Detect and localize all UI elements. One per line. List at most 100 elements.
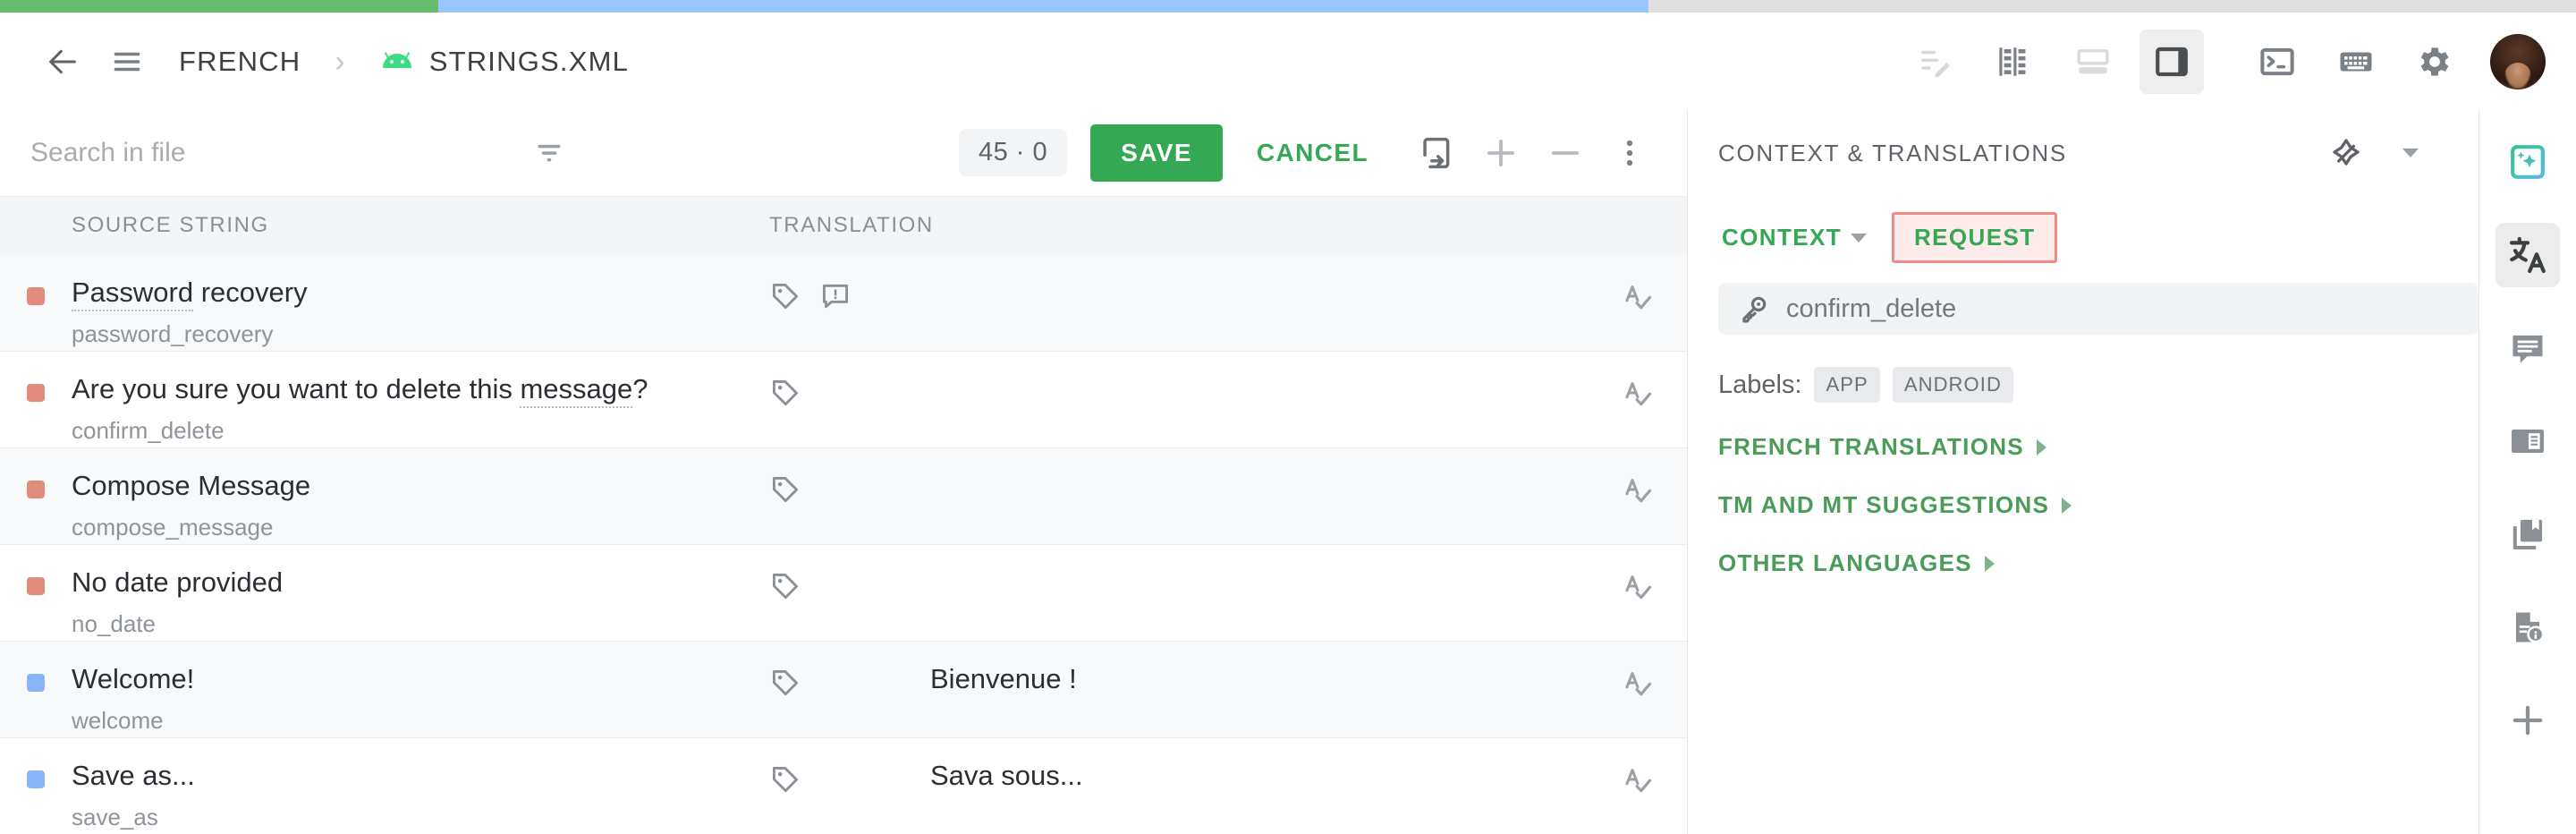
- tag-icon-button[interactable]: [769, 473, 801, 506]
- row-source-cell[interactable]: Welcome! welcome: [72, 642, 769, 736]
- row-source-cell[interactable]: Save as... save_as: [72, 738, 769, 832]
- tag-icon-button[interactable]: [769, 667, 801, 699]
- rows-layout-button[interactable]: [2061, 30, 2125, 94]
- key-icon: [1742, 296, 1767, 323]
- row-translation-cell[interactable]: [930, 352, 1589, 373]
- tag-icon-button[interactable]: [769, 377, 801, 409]
- tag-icon-button[interactable]: [769, 763, 801, 796]
- column-header-source: SOURCE STRING: [72, 213, 269, 238]
- remove-string-button[interactable]: [1533, 121, 1597, 185]
- table-row[interactable]: Password recovery password_recovery: [0, 254, 1687, 352]
- search-area: [0, 135, 680, 171]
- copy-to-device-button[interactable]: [1404, 121, 1469, 185]
- tab-request[interactable]: REQUEST: [1892, 212, 2058, 263]
- comment-alert-icon: [822, 284, 849, 308]
- label-pill-app[interactable]: APP: [1814, 367, 1880, 403]
- link-tm-mt-suggestions[interactable]: TM AND MT SUGGESTIONS: [1688, 461, 2479, 519]
- table-row[interactable]: Compose Message compose_message: [0, 447, 1687, 545]
- spellcheck-marker: Password: [72, 276, 194, 311]
- add-panel-button[interactable]: [2496, 688, 2560, 753]
- columns-layout-button[interactable]: [1982, 30, 2046, 94]
- pin-icon: [2333, 139, 2360, 166]
- menu-button[interactable]: [95, 30, 159, 94]
- context-panel: CONTEXT & TRANSLATIONS CONTEXT REQUEST c…: [1687, 110, 2479, 834]
- row-translation-cell[interactable]: Bienvenue !: [930, 642, 1589, 695]
- keyboard-button[interactable]: [2324, 30, 2388, 94]
- link-french-translations[interactable]: FRENCH TRANSLATIONS: [1688, 403, 2479, 461]
- filter-icon: [538, 144, 561, 162]
- comments-panel-button[interactable]: [2496, 316, 2560, 380]
- spellcheck-icon: [1625, 768, 1652, 793]
- row-translation-cell[interactable]: Sava sous...: [930, 738, 1589, 792]
- file-info-panel-button[interactable]: [2496, 595, 2560, 660]
- table-row[interactable]: Are you sure you want to delete this mes…: [0, 351, 1687, 448]
- row-spellcheck-button[interactable]: [1589, 448, 1687, 507]
- collapse-panel-button[interactable]: [2378, 121, 2443, 185]
- tag-icon-button[interactable]: [769, 280, 801, 312]
- add-string-button[interactable]: [1469, 121, 1533, 185]
- edit-lines-button[interactable]: [1903, 30, 1968, 94]
- source-string-text: Are you sure you want to delete this mes…: [72, 372, 648, 408]
- source-string-key: save_as: [72, 804, 158, 831]
- tag-icon: [772, 573, 799, 599]
- save-button[interactable]: SAVE: [1090, 123, 1223, 182]
- link-other-languages[interactable]: OTHER LANGUAGES: [1688, 519, 2479, 577]
- edit-lines-icon: [1921, 50, 1950, 78]
- context-tabs: CONTEXT REQUEST: [1688, 196, 2479, 263]
- table-row[interactable]: Save as... save_as Sava sous...: [0, 737, 1687, 834]
- ai-assistant-button[interactable]: [2496, 130, 2560, 194]
- cancel-button[interactable]: CANCEL: [1233, 124, 1392, 182]
- context-panel-title: CONTEXT & TRANSLATIONS: [1717, 139, 2067, 166]
- glossary-panel-button[interactable]: [2496, 409, 2560, 473]
- copy-to-device-icon: [1423, 137, 1450, 169]
- breadcrumb-language[interactable]: FRENCH: [179, 46, 301, 78]
- row-source-cell[interactable]: Are you sure you want to delete this mes…: [72, 352, 769, 446]
- spellcheck-icon: [1625, 285, 1652, 310]
- back-button[interactable]: [30, 30, 95, 94]
- terminal-button[interactable]: [2245, 30, 2309, 94]
- split-layout-button[interactable]: [2140, 29, 2204, 94]
- row-spellcheck-button[interactable]: [1589, 352, 1687, 411]
- tag-icon: [772, 283, 799, 309]
- row-meta-icons: [769, 448, 930, 506]
- breadcrumb-file[interactable]: STRINGS.XML: [429, 46, 629, 78]
- row-source-cell[interactable]: No date provided no_date: [72, 545, 769, 639]
- row-translation-cell[interactable]: [930, 255, 1589, 277]
- filter-button[interactable]: [531, 135, 567, 171]
- plus-icon: [1487, 139, 1515, 166]
- more-options-button[interactable]: [1597, 121, 1662, 185]
- table-row[interactable]: No date provided no_date: [0, 544, 1687, 642]
- breadcrumb: FRENCH › STRINGS.XML: [179, 46, 629, 78]
- avatar[interactable]: [2490, 33, 2546, 89]
- search-input[interactable]: [30, 137, 531, 168]
- table-row[interactable]: Welcome! welcome Bienvenue !: [0, 641, 1687, 738]
- library-panel-button[interactable]: [2496, 502, 2560, 566]
- string-key-chip[interactable]: confirm_delete: [1717, 283, 2479, 335]
- label-pill-android[interactable]: ANDROID: [1892, 367, 2013, 403]
- row-spellcheck-button[interactable]: [1589, 642, 1687, 701]
- column-header-translation: TRANSLATION: [769, 213, 934, 238]
- source-string-text: Welcome!: [72, 662, 195, 694]
- row-spellcheck-button[interactable]: [1589, 255, 1687, 314]
- comment-icon: [2512, 335, 2543, 363]
- translations-panel-button[interactable]: [2495, 223, 2560, 287]
- row-spellcheck-button[interactable]: [1589, 738, 1687, 797]
- pin-button[interactable]: [2314, 121, 2378, 185]
- row-spellcheck-button[interactable]: [1589, 545, 1687, 604]
- labels-caption: Labels:: [1717, 370, 1802, 399]
- file-info-icon: [2515, 612, 2545, 643]
- tag-icon-button[interactable]: [769, 570, 801, 602]
- status-badge: [27, 770, 45, 788]
- row-translation-cell[interactable]: [930, 545, 1589, 566]
- comment-alert-icon-button[interactable]: [819, 280, 852, 312]
- tab-context[interactable]: CONTEXT: [1718, 215, 1870, 260]
- link-tm-mt-suggestions-label: TM AND MT SUGGESTIONS: [1717, 491, 2050, 518]
- string-count-chip: 45 · 0: [958, 129, 1068, 177]
- source-string-text: Save as...: [72, 759, 195, 791]
- row-source-cell[interactable]: Compose Message compose_message: [72, 448, 769, 542]
- tag-icon: [772, 766, 799, 792]
- tag-icon: [772, 476, 799, 502]
- row-translation-cell[interactable]: [930, 448, 1589, 470]
- settings-button[interactable]: [2402, 30, 2467, 94]
- row-source-cell[interactable]: Password recovery password_recovery: [72, 255, 769, 349]
